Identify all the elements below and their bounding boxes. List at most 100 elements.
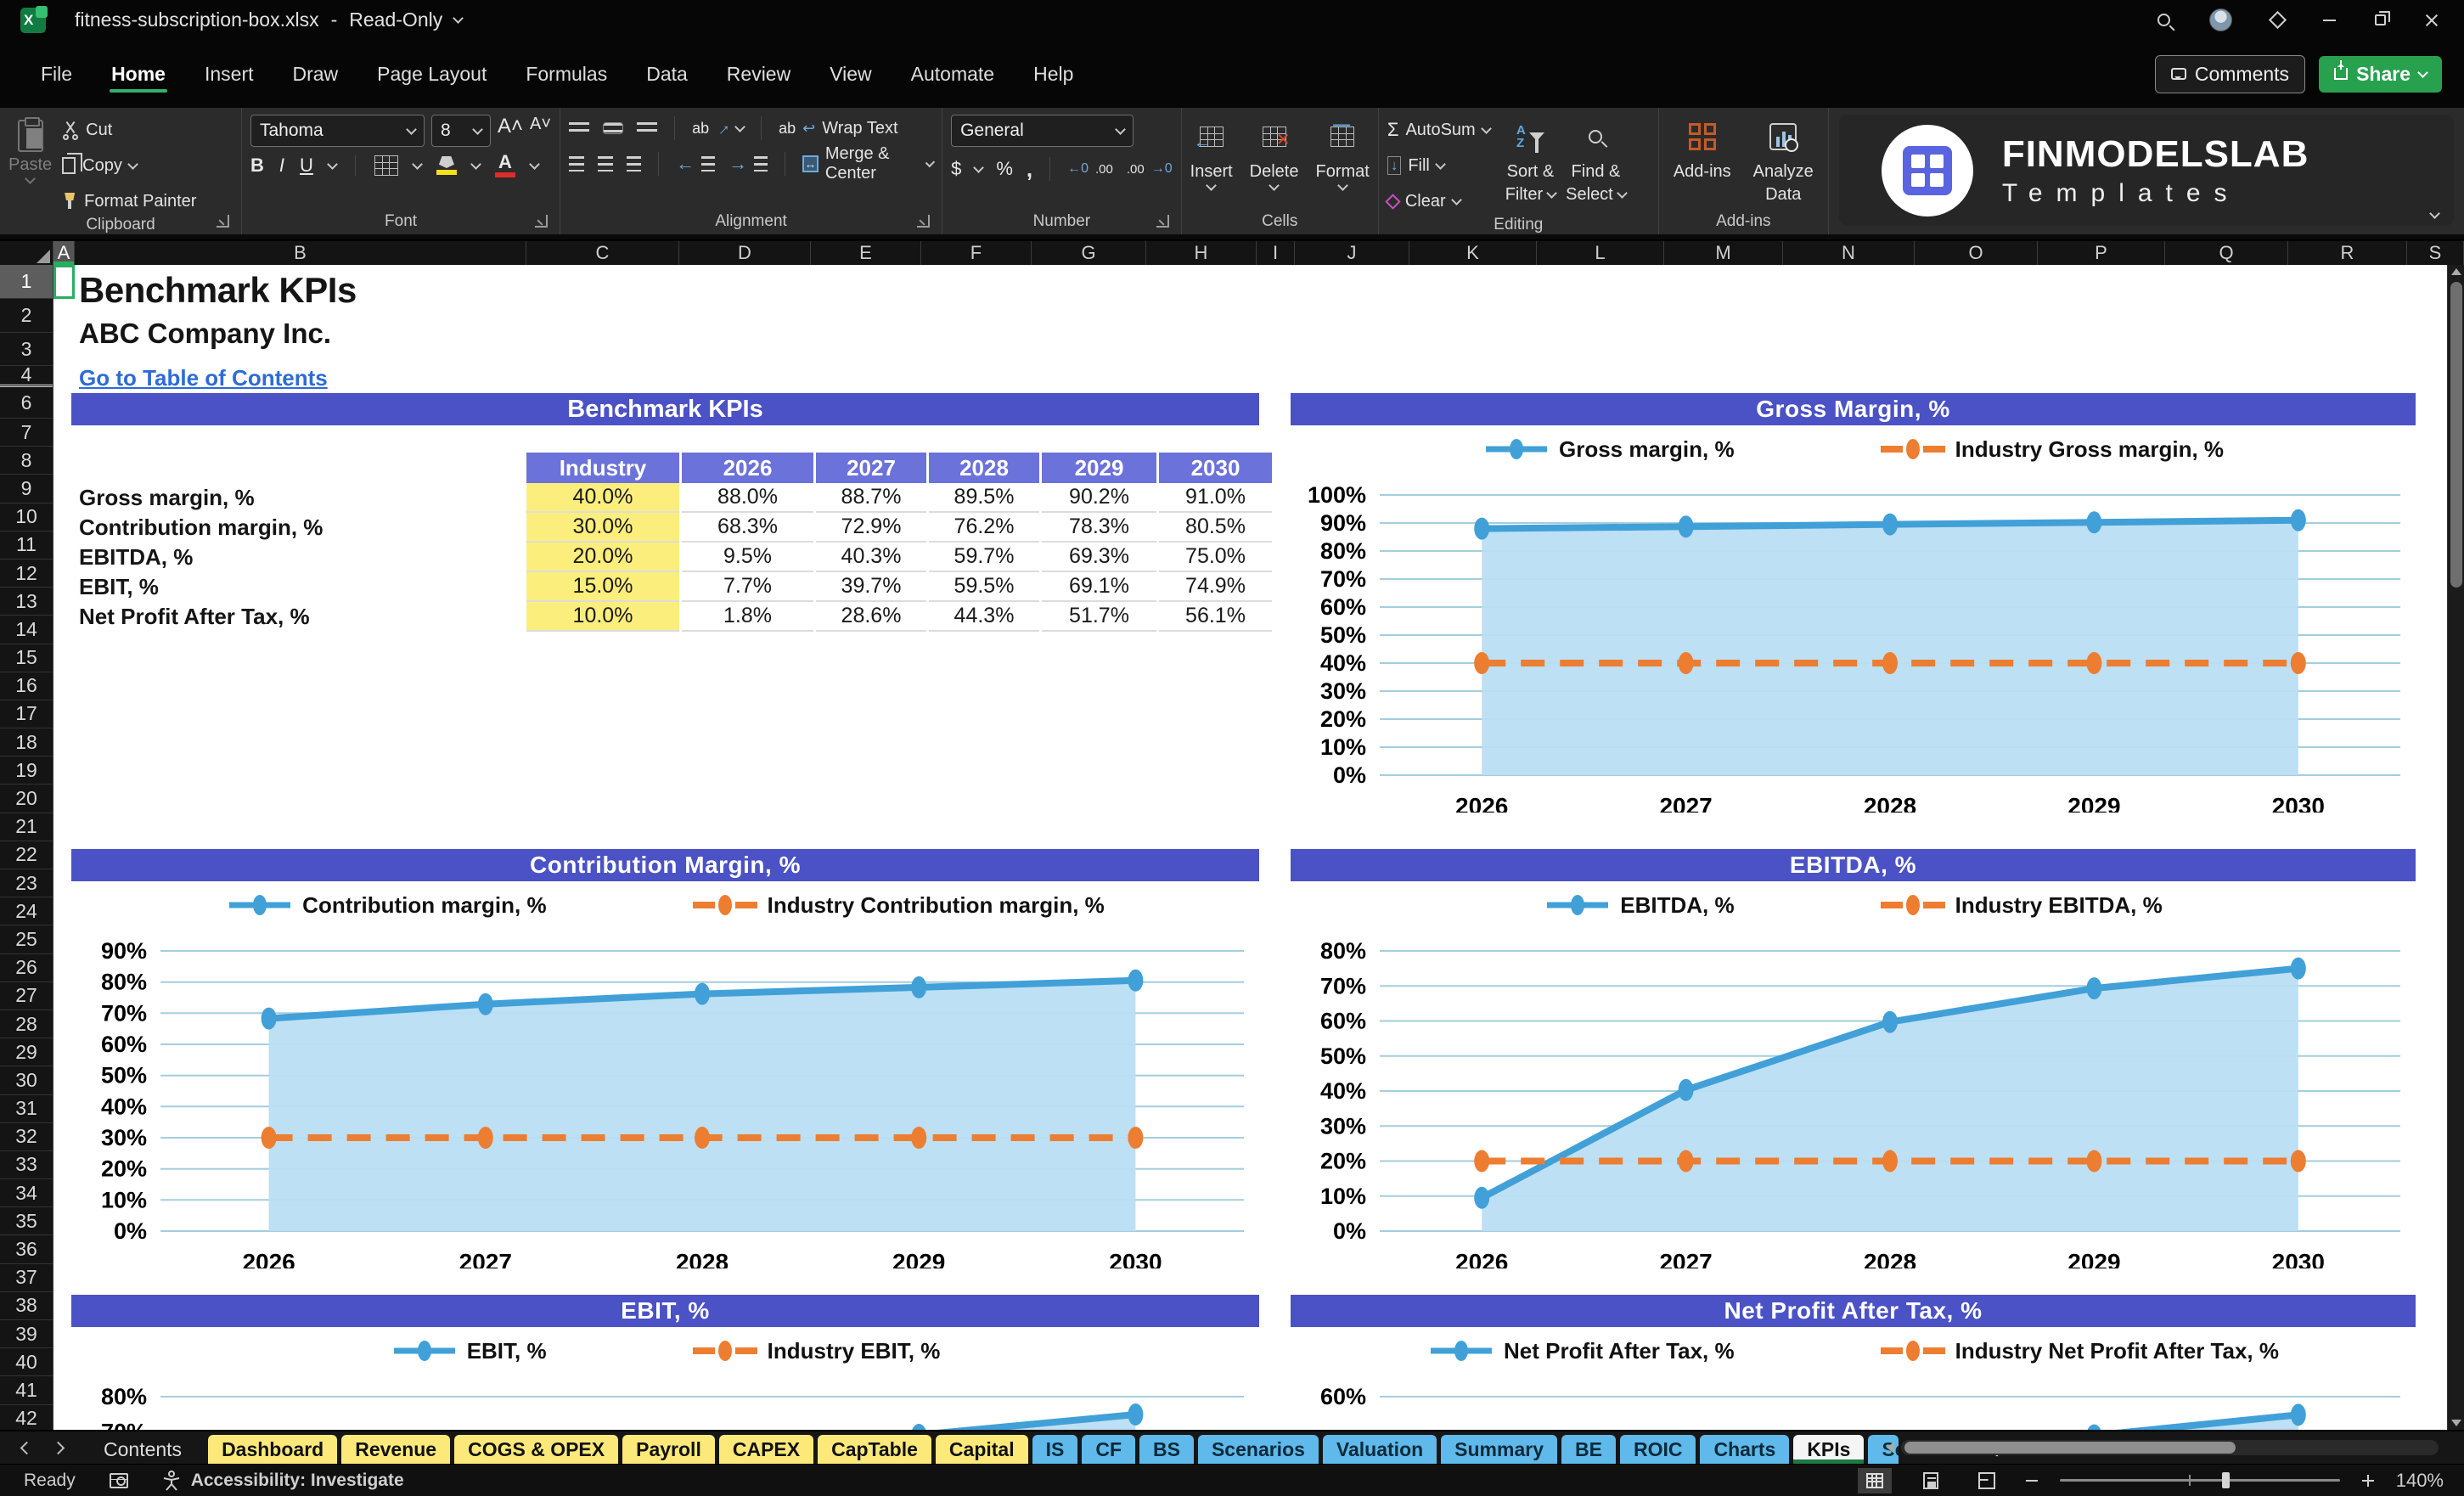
- font-color-button[interactable]: A: [494, 153, 515, 177]
- clear-button[interactable]: Clear: [1385, 188, 1490, 215]
- row-header-15[interactable]: 15: [0, 644, 53, 672]
- row-header-13[interactable]: 13: [0, 588, 53, 616]
- column-header-S[interactable]: S: [2407, 241, 2464, 265]
- shrink-font-button[interactable]: A˅: [530, 115, 551, 147]
- kpi-cell-industry[interactable]: 20.0%: [526, 543, 679, 572]
- font-name-combo[interactable]: Tahoma: [250, 115, 425, 147]
- row-header-3[interactable]: 3: [0, 333, 53, 366]
- row-header-35[interactable]: 35: [0, 1207, 53, 1236]
- format-painter-button[interactable]: Format Painter: [62, 188, 196, 215]
- row-header-28[interactable]: 28: [0, 1010, 53, 1039]
- scroll-left-arrow[interactable]: [1887, 1442, 1894, 1454]
- sheet-canvas[interactable]: Benchmark KPIs ABC Company Inc. Go to Ta…: [53, 265, 2464, 1430]
- kpi-header-2030[interactable]: 2030: [1159, 453, 1272, 483]
- kpi-cell[interactable]: 59.5%: [929, 572, 1039, 602]
- menu-tab-home[interactable]: Home: [96, 51, 181, 98]
- zoom-in-button[interactable]: [2361, 1474, 2374, 1487]
- kpi-row-label[interactable]: Net Profit After Tax, %: [79, 602, 503, 632]
- sheet-tab-dashboard[interactable]: Dashboard: [208, 1435, 338, 1464]
- row-header-14[interactable]: 14: [0, 616, 53, 644]
- kpi-cell-industry[interactable]: 30.0%: [526, 513, 679, 543]
- column-header-Q[interactable]: Q: [2165, 241, 2288, 265]
- kpi-cell[interactable]: 75.0%: [1159, 543, 1272, 572]
- number-dialog-launcher[interactable]: [1156, 215, 1169, 228]
- clipboard-dialog-launcher[interactable]: [217, 215, 229, 228]
- cut-button[interactable]: Cut: [62, 116, 196, 143]
- row-header-37[interactable]: 37: [0, 1264, 53, 1292]
- grow-font-button[interactable]: A˄: [498, 115, 523, 147]
- scroll-down-arrow[interactable]: [2451, 1420, 2461, 1426]
- chart-net-profit-after-tax[interactable]: Net Profit After Tax, % Net Profit After…: [1291, 1295, 2416, 1430]
- selected-cell-a1[interactable]: [53, 265, 75, 299]
- sheet-tab-is[interactable]: IS: [1032, 1435, 1078, 1464]
- close-button[interactable]: [2425, 14, 2439, 27]
- kpi-cell[interactable]: 1.8%: [682, 602, 813, 632]
- increase-decimal-button[interactable]: ←0.00: [1067, 155, 1113, 183]
- row-header-16[interactable]: 16: [0, 672, 53, 700]
- macro-record-icon[interactable]: [109, 1472, 128, 1488]
- row-header-9[interactable]: 9: [0, 475, 53, 503]
- kpi-header-2029[interactable]: 2029: [1042, 453, 1156, 483]
- delete-cells-button[interactable]: ✕ Delete: [1250, 115, 1298, 191]
- kpi-header-2028[interactable]: 2028: [929, 453, 1039, 483]
- orientation-button[interactable]: ab →: [692, 115, 745, 140]
- row-header-18[interactable]: 18: [0, 728, 53, 757]
- merge-center-button[interactable]: ↔ Merge & Center: [802, 144, 936, 183]
- row-header-17[interactable]: 17: [0, 700, 53, 729]
- column-header-A[interactable]: A: [53, 241, 75, 265]
- sheet-tab-kpis[interactable]: KPIs: [1793, 1435, 1865, 1464]
- row-header-36[interactable]: 36: [0, 1235, 53, 1264]
- kpi-cell[interactable]: 90.2%: [1042, 483, 1156, 513]
- horizontal-scroll-thumb[interactable]: [1904, 1442, 2236, 1454]
- minimize-button[interactable]: [2323, 19, 2336, 21]
- insert-cells-button[interactable]: ← Insert: [1190, 115, 1233, 191]
- column-header-O[interactable]: O: [1915, 241, 2038, 265]
- kpi-header-2026[interactable]: 2026: [682, 453, 813, 483]
- kpi-cell[interactable]: 28.6%: [816, 602, 926, 632]
- align-center-button[interactable]: [597, 156, 613, 172]
- column-header-H[interactable]: H: [1146, 241, 1257, 265]
- kpi-row-label[interactable]: EBIT, %: [79, 572, 503, 602]
- row-header-27[interactable]: 27: [0, 982, 53, 1010]
- kpi-cell[interactable]: 44.3%: [929, 602, 1039, 632]
- premium-diamond-icon[interactable]: [2268, 10, 2287, 30]
- comma-button[interactable]: ,: [1027, 156, 1032, 183]
- alignment-dialog-launcher[interactable]: [917, 215, 931, 228]
- kpi-cell[interactable]: 40.3%: [816, 543, 926, 572]
- kpi-row-label[interactable]: EBITDA, %: [79, 543, 503, 572]
- row-header-29[interactable]: 29: [0, 1038, 53, 1067]
- collapse-ribbon-chevron-icon[interactable]: [2429, 208, 2440, 219]
- column-header-F[interactable]: F: [921, 241, 1032, 265]
- row-header-7[interactable]: 7: [0, 419, 53, 447]
- menu-tab-automate[interactable]: Automate: [896, 51, 1010, 98]
- zoom-slider[interactable]: [2059, 1472, 2340, 1488]
- column-header-G[interactable]: G: [1032, 241, 1146, 265]
- column-header-E[interactable]: E: [811, 241, 921, 265]
- row-header-34[interactable]: 34: [0, 1179, 53, 1208]
- kpi-cell[interactable]: 59.7%: [929, 543, 1039, 572]
- font-size-combo[interactable]: 8: [431, 115, 491, 147]
- kpi-cell[interactable]: 51.7%: [1042, 602, 1156, 632]
- wrap-text-button[interactable]: ab ↩ Wrap Text: [779, 115, 897, 142]
- chart-ebitda[interactable]: EBITDA, % EBITDA, % Industry EBITDA, % 0…: [1291, 849, 2416, 1294]
- row-header-21[interactable]: 21: [0, 813, 53, 841]
- chart-ebit[interactable]: EBIT, % EBIT, % Industry EBIT, % 0%10%20…: [71, 1295, 1259, 1430]
- zoom-out-button[interactable]: [2025, 1479, 2038, 1482]
- menu-tab-data[interactable]: Data: [631, 51, 703, 98]
- kpi-cell[interactable]: 76.2%: [929, 513, 1039, 543]
- row-header-10[interactable]: 10: [0, 503, 53, 531]
- row-header-40[interactable]: 40: [0, 1348, 53, 1377]
- row-header-11[interactable]: 11: [0, 531, 53, 560]
- kpi-cell[interactable]: 7.7%: [682, 572, 813, 602]
- sheet-tab-contents[interactable]: Contents: [82, 1435, 204, 1464]
- chevron-down-icon[interactable]: [327, 158, 338, 170]
- menu-tab-review[interactable]: Review: [712, 51, 806, 98]
- kpi-cell[interactable]: 78.3%: [1042, 513, 1156, 543]
- chevron-down-icon[interactable]: [470, 158, 481, 170]
- sheet-tab-bs[interactable]: BS: [1139, 1435, 1194, 1464]
- chevron-down-icon[interactable]: [453, 13, 464, 24]
- sheet-tab-revenue[interactable]: Revenue: [341, 1435, 451, 1464]
- file-mode[interactable]: Read-Only: [349, 8, 442, 31]
- paste-button[interactable]: Paste: [8, 117, 52, 184]
- sheet-tab-summary[interactable]: Summary: [1441, 1435, 1557, 1464]
